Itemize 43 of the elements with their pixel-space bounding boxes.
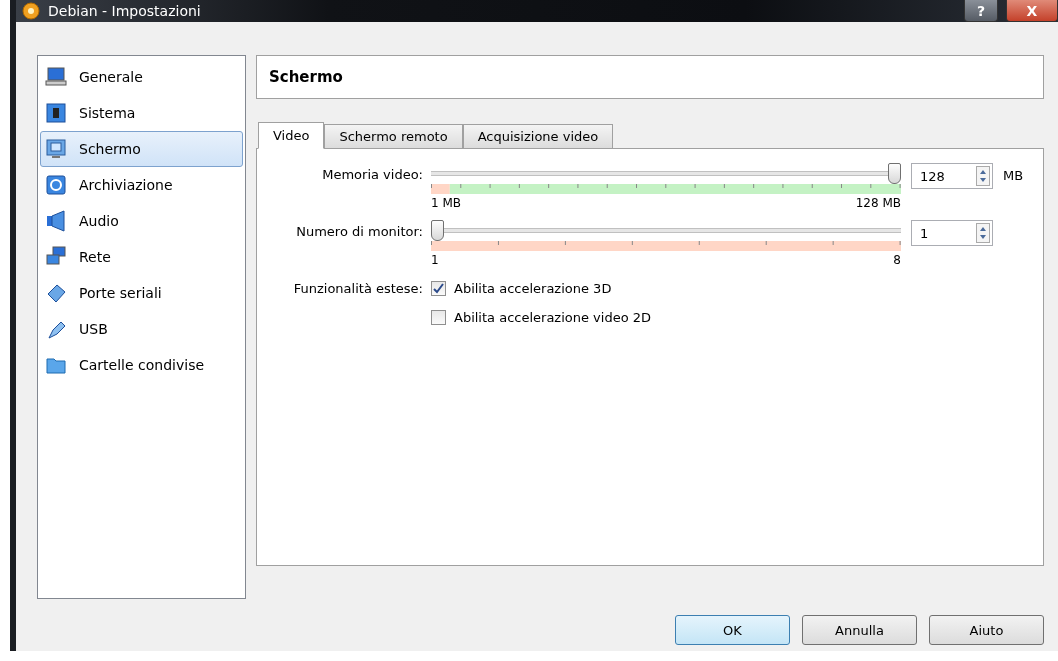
- slider-thumb[interactable]: [888, 163, 901, 184]
- help-button[interactable]: ?: [964, 0, 998, 22]
- network-icon: [45, 246, 67, 268]
- scale-max-label: 128 MB: [855, 196, 901, 210]
- checkbox[interactable]: [431, 281, 446, 296]
- checkbox-label: Abilita accelerazione video 2D: [454, 310, 652, 325]
- tab[interactable]: Acquisizione video: [462, 124, 614, 148]
- spin-box[interactable]: 1: [911, 220, 993, 246]
- spin-arrows-icon[interactable]: [976, 166, 990, 186]
- scale-min-label: 1 MB: [431, 196, 462, 210]
- sidebar-item[interactable]: Porte seriali: [40, 275, 243, 311]
- scale-min-label: 1: [431, 253, 439, 267]
- spin-arrows-icon[interactable]: [976, 223, 990, 243]
- field-label: Numero di monitor:: [295, 223, 424, 241]
- sidebar-item[interactable]: USB: [40, 311, 243, 347]
- page-title: Schermo: [256, 55, 1044, 99]
- tab[interactable]: Video: [258, 122, 325, 149]
- checkbox-label: Abilita accelerazione 3D: [454, 281, 612, 296]
- checkbox[interactable]: [431, 310, 446, 325]
- speaker-icon: [45, 210, 67, 232]
- unit-label: MB: [1003, 168, 1024, 183]
- gear-icon: [22, 2, 40, 20]
- scale-max-label: 8: [893, 253, 901, 267]
- tab[interactable]: Schermo remoto: [324, 124, 463, 148]
- monitor-icon: [45, 66, 67, 88]
- sidebar-item[interactable]: Sistema: [40, 95, 243, 131]
- chip-icon: [45, 102, 67, 124]
- sidebar-item[interactable]: Schermo: [40, 131, 243, 167]
- spin-box[interactable]: 128: [911, 163, 993, 189]
- close-button[interactable]: X: [1006, 0, 1058, 22]
- sidebar-item[interactable]: Audio: [40, 203, 243, 239]
- dialog-button[interactable]: Aiuto: [929, 615, 1044, 645]
- dialog-button[interactable]: Annulla: [802, 615, 917, 645]
- field-label: Funzionalità estese:: [292, 280, 424, 298]
- sidebar-item[interactable]: Cartelle condivise: [40, 347, 243, 383]
- dialog-button[interactable]: OK: [675, 615, 790, 645]
- screen-icon: [45, 138, 67, 160]
- sidebar-item[interactable]: Generale: [40, 59, 243, 95]
- sidebar-item[interactable]: Archiviazione: [40, 167, 243, 203]
- window-title: Debian - Impostazioni: [48, 3, 202, 19]
- slider-thumb[interactable]: [431, 220, 444, 241]
- sidebar-item[interactable]: Rete: [40, 239, 243, 275]
- field-label: Memoria video:: [321, 166, 424, 184]
